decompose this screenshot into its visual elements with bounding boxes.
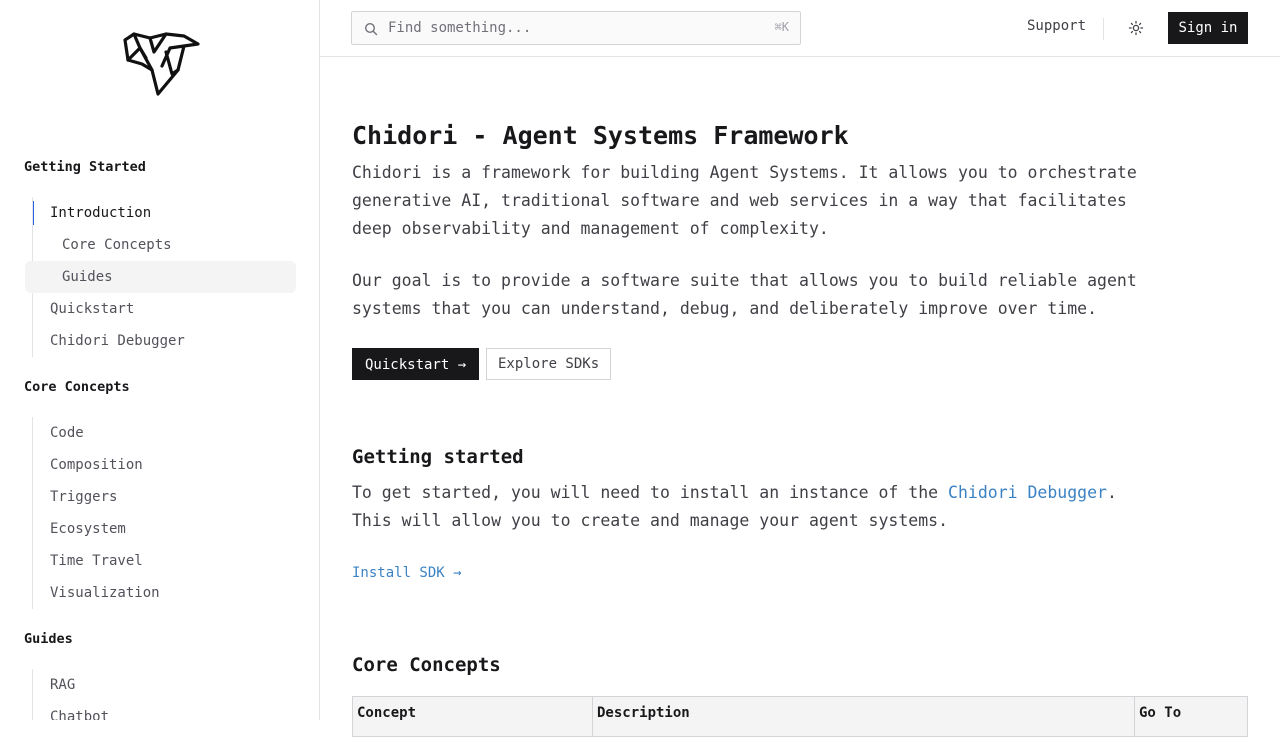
search-input[interactable] xyxy=(388,12,758,44)
sign-in-button[interactable]: Sign in xyxy=(1168,12,1248,44)
nav-list: Introduction Core Concepts Guides Quicks… xyxy=(25,197,296,357)
sidebar: Getting Started Introduction Core Concep… xyxy=(0,0,320,720)
getting-started-heading: Getting started xyxy=(352,446,524,468)
support-link[interactable]: Support xyxy=(1027,18,1086,34)
nav-heading: Core Concepts xyxy=(24,379,130,395)
column-header: Concept xyxy=(352,696,593,737)
main-content: Chidori - Agent Systems Framework Chidor… xyxy=(352,57,1248,737)
column-header: Go To xyxy=(1134,696,1248,737)
chidori-logo-icon[interactable] xyxy=(122,30,202,100)
search-box[interactable]: ⌘K xyxy=(351,11,801,45)
nav-list: RAG Chatbot xyxy=(32,669,296,720)
sidebar-item-visualization[interactable]: Visualization xyxy=(25,577,296,609)
quickstart-button[interactable]: Quickstart → xyxy=(352,348,480,380)
sidebar-item-ecosystem[interactable]: Ecosystem xyxy=(25,513,296,545)
core-concepts-heading: Core Concepts xyxy=(352,654,501,676)
concepts-table: Concept Description Go To xyxy=(352,696,1248,737)
sidebar-item-chidori-debugger[interactable]: Chidori Debugger xyxy=(25,325,296,357)
sidebar-item-quickstart[interactable]: Quickstart xyxy=(25,293,296,325)
sidebar-item-composition[interactable]: Composition xyxy=(25,449,296,481)
sidebar-item-rag[interactable]: RAG xyxy=(25,669,296,701)
header-divider xyxy=(1103,18,1104,40)
intro-paragraph: Chidori is a framework for building Agen… xyxy=(352,163,1137,238)
nav-section-core-concepts: Core Concepts Code Composition Triggers … xyxy=(24,377,296,609)
search-icon xyxy=(364,22,378,36)
top-header: ⌘K Support Sign in xyxy=(320,0,1280,57)
sun-icon[interactable] xyxy=(1128,20,1144,36)
sidebar-item-core-concepts[interactable]: Core Concepts xyxy=(25,229,296,261)
gs-text: To get started, you will need to install… xyxy=(352,483,949,502)
nav-list: Code Composition Triggers Ecosystem Time… xyxy=(32,417,296,609)
page-title: Chidori - Agent Systems Framework xyxy=(352,121,849,150)
chidori-debugger-link[interactable]: Chidori Debugger xyxy=(948,483,1107,502)
getting-started-paragraph: To get started, you will need to install… xyxy=(352,479,1152,535)
table-header-row: Concept Description Go To xyxy=(352,696,1248,737)
column-header: Description xyxy=(592,696,1135,737)
sidebar-item-code[interactable]: Code xyxy=(25,417,296,449)
sidebar-item-time-travel[interactable]: Time Travel xyxy=(25,545,296,577)
nav-section-guides: Guides RAG Chatbot xyxy=(24,629,296,720)
sidebar-item-guides[interactable]: Guides xyxy=(25,261,296,293)
nav-heading: Getting Started xyxy=(24,159,146,175)
explore-sdks-button[interactable]: Explore SDKs xyxy=(486,348,612,380)
goal-paragraph: Our goal is to provide a software suite … xyxy=(352,271,1137,318)
search-shortcut: ⌘K xyxy=(774,20,789,34)
sidebar-item-chatbot[interactable]: Chatbot xyxy=(25,701,296,720)
sidebar-item-triggers[interactable]: Triggers xyxy=(25,481,296,513)
nav-section-getting-started: Getting Started Introduction Core Concep… xyxy=(24,157,296,357)
nav-heading: Guides xyxy=(24,631,73,647)
install-sdk-link[interactable]: Install SDK → xyxy=(352,565,462,581)
sidebar-item-introduction[interactable]: Introduction xyxy=(25,197,296,229)
